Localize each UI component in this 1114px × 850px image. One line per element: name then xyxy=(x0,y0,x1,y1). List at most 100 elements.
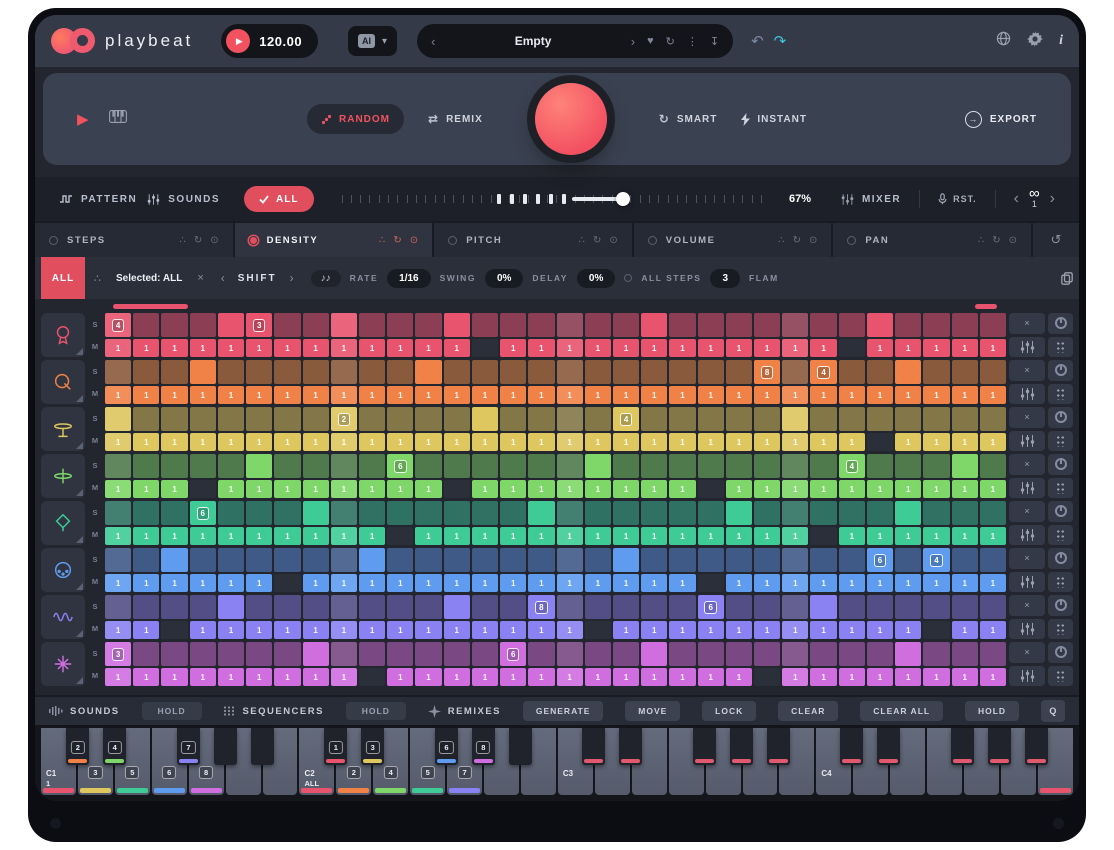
loop-icon[interactable]: ↻ xyxy=(593,235,601,246)
density-step[interactable] xyxy=(274,501,300,525)
density-step[interactable] xyxy=(331,313,357,337)
copy-icon[interactable] xyxy=(1061,272,1073,285)
density-step[interactable] xyxy=(472,407,498,431)
density-step[interactable] xyxy=(782,501,808,525)
density-step[interactable] xyxy=(274,407,300,431)
loop-icon[interactable]: ↻ xyxy=(793,235,801,246)
pattern-step[interactable]: 1 xyxy=(782,339,808,357)
density-step[interactable] xyxy=(359,407,385,431)
black-key[interactable]: 7 xyxy=(177,728,200,765)
pattern-step[interactable]: 1 xyxy=(528,480,554,498)
black-key[interactable] xyxy=(693,728,716,765)
density-step[interactable] xyxy=(895,548,921,572)
loop-icon[interactable]: ↻ xyxy=(393,235,401,246)
black-key[interactable]: 2 xyxy=(66,728,89,765)
filter-sliders-button[interactable] xyxy=(1009,431,1045,452)
pattern-step[interactable]: 1 xyxy=(444,339,470,357)
density-step[interactable] xyxy=(444,313,470,337)
pattern-step[interactable]: 1 xyxy=(415,480,441,498)
pattern-step[interactable]: 1 xyxy=(782,668,808,686)
density-step[interactable] xyxy=(387,313,413,337)
density-step[interactable] xyxy=(669,548,695,572)
shuffle-icon[interactable]: × xyxy=(197,272,203,284)
clear-button[interactable]: CLEAR xyxy=(778,701,838,721)
pattern-step[interactable]: 1 xyxy=(726,339,752,357)
bpm-display[interactable]: ▶ 120.00 xyxy=(221,24,318,58)
density-step[interactable]: 3 xyxy=(105,642,131,666)
density-step[interactable] xyxy=(698,454,724,478)
density-step[interactable] xyxy=(641,642,667,666)
pattern-step[interactable]: 1 xyxy=(190,574,216,592)
density-step[interactable] xyxy=(528,642,554,666)
density-step[interactable] xyxy=(641,501,667,525)
mute-button[interactable]: × xyxy=(1009,595,1045,616)
pattern-step[interactable]: 1 xyxy=(331,339,357,357)
pattern-step[interactable]: 1 xyxy=(613,480,639,498)
density-step[interactable] xyxy=(161,501,187,525)
sample-knob[interactable] xyxy=(1048,313,1073,334)
density-step[interactable]: 4 xyxy=(105,313,131,337)
pattern-step[interactable]: 1 xyxy=(782,386,808,404)
pattern-step[interactable]: 1 xyxy=(105,668,131,686)
pattern-step[interactable]: 1 xyxy=(952,668,978,686)
piano-keys-icon[interactable] xyxy=(109,110,127,128)
pattern-step[interactable]: 1 xyxy=(782,480,808,498)
density-step[interactable] xyxy=(782,642,808,666)
pattern-step[interactable]: 1 xyxy=(557,339,583,357)
black-key[interactable] xyxy=(214,728,237,765)
pattern-step[interactable]: 1 xyxy=(895,621,921,639)
pattern-step[interactable]: 1 xyxy=(387,339,413,357)
black-key[interactable] xyxy=(582,728,605,765)
density-step[interactable] xyxy=(839,313,865,337)
track-icon-snare[interactable] xyxy=(41,360,85,404)
drag-handle[interactable] xyxy=(1048,337,1073,358)
delay-value[interactable]: 0% xyxy=(577,269,615,288)
random-button[interactable]: RANDOM xyxy=(307,104,404,134)
density-step[interactable] xyxy=(274,360,300,384)
density-step[interactable] xyxy=(839,407,865,431)
pattern-step[interactable] xyxy=(387,527,413,545)
pattern-step[interactable]: 1 xyxy=(190,621,216,639)
density-step[interactable] xyxy=(415,360,441,384)
density-step[interactable] xyxy=(952,407,978,431)
pattern-step[interactable] xyxy=(161,621,187,639)
density-step[interactable] xyxy=(641,595,667,619)
pattern-step[interactable]: 1 xyxy=(754,574,780,592)
density-step[interactable] xyxy=(528,501,554,525)
density-step[interactable] xyxy=(218,360,244,384)
density-step[interactable] xyxy=(133,454,159,478)
pattern-step[interactable]: 1 xyxy=(387,668,413,686)
density-step[interactable]: 8 xyxy=(754,360,780,384)
density-step[interactable] xyxy=(641,313,667,337)
pattern-step[interactable]: 1 xyxy=(303,339,329,357)
pattern-step[interactable]: 1 xyxy=(923,339,949,357)
pattern-step[interactable]: 1 xyxy=(810,668,836,686)
black-key[interactable] xyxy=(1025,728,1048,765)
pattern-step[interactable]: 1 xyxy=(698,433,724,451)
density-step[interactable] xyxy=(726,360,752,384)
density-step[interactable] xyxy=(444,595,470,619)
density-step[interactable] xyxy=(782,313,808,337)
density-step[interactable]: 6 xyxy=(698,595,724,619)
density-step[interactable] xyxy=(839,501,865,525)
density-step[interactable] xyxy=(387,360,413,384)
density-step[interactable] xyxy=(444,548,470,572)
density-step[interactable] xyxy=(923,642,949,666)
pattern-step[interactable]: 1 xyxy=(331,621,357,639)
dice-icon[interactable]: ∴ xyxy=(778,235,784,246)
density-step[interactable] xyxy=(669,313,695,337)
density-step[interactable] xyxy=(359,313,385,337)
pattern-step[interactable]: 1 xyxy=(641,339,667,357)
density-step[interactable] xyxy=(952,642,978,666)
density-step[interactable]: 2 xyxy=(331,407,357,431)
pattern-step[interactable]: 1 xyxy=(641,433,667,451)
pattern-step[interactable]: 1 xyxy=(303,668,329,686)
black-key[interactable]: 1 xyxy=(324,728,347,765)
pattern-step[interactable]: 1 xyxy=(359,480,385,498)
sample-knob[interactable] xyxy=(1048,360,1073,381)
density-step[interactable] xyxy=(274,313,300,337)
density-step[interactable] xyxy=(952,360,978,384)
pattern-step[interactable]: 1 xyxy=(726,480,752,498)
density-step[interactable] xyxy=(726,501,752,525)
pattern-step[interactable]: 1 xyxy=(303,621,329,639)
